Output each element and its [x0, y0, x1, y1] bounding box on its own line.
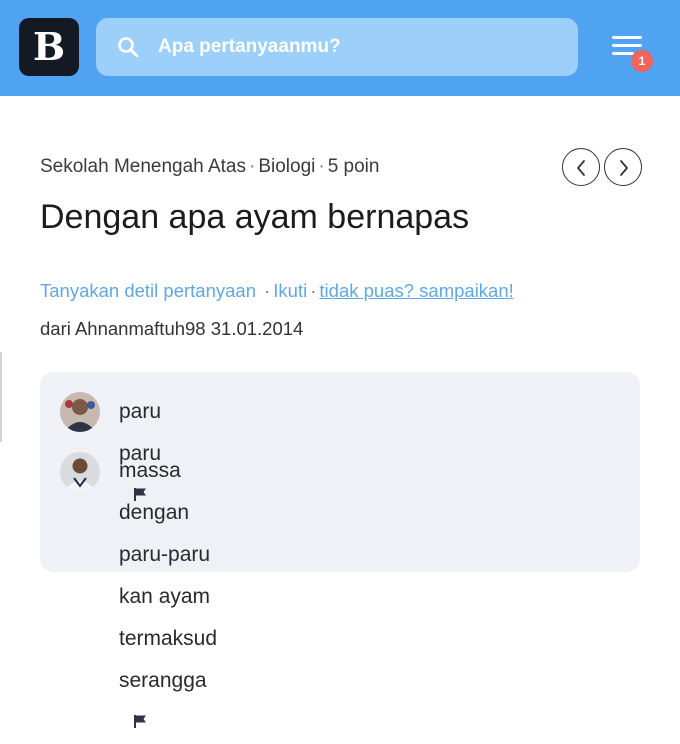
- avatar[interactable]: [60, 392, 100, 432]
- action-separator: ·: [264, 280, 271, 301]
- comment-body-line: massa dengan paru-paru kan ayam: [119, 459, 211, 608]
- question-navigation: [562, 148, 642, 188]
- user-avatar-icon: [60, 392, 100, 432]
- question-actions: Tanyakan detil pertanyaan · Ikuti · tidak p…: [40, 280, 514, 302]
- brainly-logo[interactable]: B: [19, 18, 79, 76]
- avatar[interactable]: [60, 452, 100, 492]
- next-question-button[interactable]: [604, 148, 642, 186]
- flag-icon[interactable]: [133, 714, 147, 729]
- top-bar: B 1: [0, 0, 680, 96]
- comment-body-line: termaksud serangga: [119, 618, 217, 744]
- chevron-left-icon: [577, 160, 585, 176]
- follow-link[interactable]: Ikuti: [273, 280, 307, 301]
- ask-detail-link[interactable]: Tanyakan detil pertanyaan: [40, 280, 256, 301]
- notification-badge: 1: [631, 50, 653, 72]
- school-level[interactable]: Sekolah Menengah Atas: [40, 156, 246, 177]
- logo-letter: B: [32, 24, 66, 69]
- meta-separator: ·: [318, 156, 325, 177]
- comment-text: massa dengan paru-paru kan ayam termaksu…: [119, 450, 217, 744]
- search-bar[interactable]: [96, 18, 578, 76]
- previous-question-button[interactable]: [562, 148, 600, 186]
- points: 5 poin: [327, 156, 380, 177]
- comments-section: paru paru massa dengan paru-paru kan aya…: [40, 372, 640, 729]
- chevron-right-icon: [620, 160, 628, 176]
- asked-by: dari Ahnanmaftuh98 31.01.2014: [40, 318, 304, 339]
- action-separator: ·: [310, 280, 317, 301]
- user-avatar-icon: [60, 452, 100, 492]
- search-input[interactable]: [158, 18, 558, 76]
- subject[interactable]: Biologi: [258, 156, 315, 177]
- panel-edge-divider: [0, 352, 2, 442]
- menu-button[interactable]: 1: [606, 26, 658, 76]
- comment-body: termaksud serangga: [119, 627, 218, 692]
- question-title: Dengan apa ayam bernapas: [40, 198, 470, 236]
- meta-separator: ·: [249, 156, 256, 177]
- report-link[interactable]: tidak puas? sampaikan!: [319, 280, 513, 301]
- question-meta: Sekolah Menengah Atas · Biologi · 5 poin: [40, 156, 379, 178]
- search-icon: [118, 37, 139, 58]
